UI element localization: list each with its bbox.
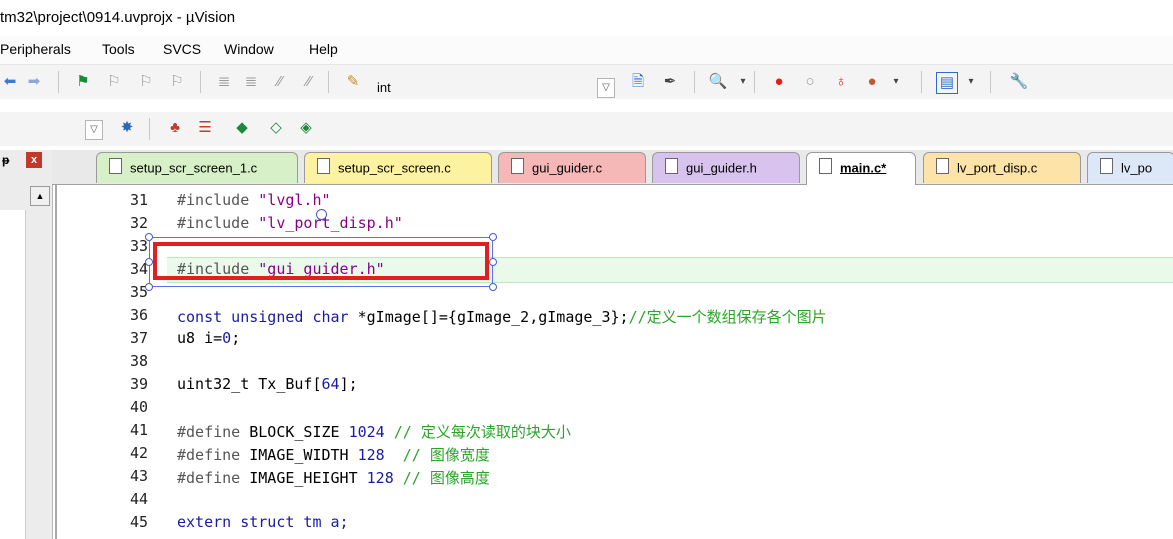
file-icon xyxy=(936,158,949,174)
selection-handle xyxy=(145,283,153,291)
target-dropdown-button[interactable]: ▽ xyxy=(597,78,615,98)
line-number: 41 xyxy=(129,421,148,439)
tab-label: gui_guider.h xyxy=(686,160,757,176)
file-icon xyxy=(665,158,678,174)
disabled-breakpoint-icon[interactable]: ○ xyxy=(800,72,820,92)
indent-icon[interactable]: ≣ xyxy=(214,72,234,92)
menu-window[interactable]: Window xyxy=(224,41,274,57)
target-icon[interactable]: ♣ xyxy=(165,118,185,138)
scroll-up-arrow[interactable]: ▲ xyxy=(30,186,50,206)
menu-svcs[interactable]: SVCS xyxy=(163,41,201,57)
code-line[interactable]: uint32_t Tx_Buf[64]; xyxy=(177,375,358,393)
pin-icon[interactable]: ᵽ xyxy=(2,153,9,167)
build-icon[interactable]: ☰ xyxy=(195,118,215,138)
bookmark-icon[interactable]: ⚑ xyxy=(73,72,93,92)
tab-lv-po[interactable]: lv_po xyxy=(1087,152,1173,183)
file-icon xyxy=(109,158,122,174)
clear-bookmarks-icon[interactable]: ⚐ xyxy=(167,72,187,92)
line-number: 36 xyxy=(129,306,148,324)
code-line[interactable]: u8 i=0; xyxy=(177,329,240,347)
batch-icon[interactable]: ◈ xyxy=(296,118,316,138)
tab-setup-scr-screen-c[interactable]: setup_scr_screen.c xyxy=(304,152,492,183)
selection-handle xyxy=(489,258,497,266)
find-in-files-icon[interactable]: ✎ xyxy=(343,72,363,92)
close-icon[interactable]: x xyxy=(26,152,42,168)
annotation-rotate-handle xyxy=(316,209,327,220)
uncomment-icon[interactable]: ⁄⁄ xyxy=(299,72,319,92)
menu-help[interactable]: Help xyxy=(309,41,338,57)
back-arrow-icon[interactable]: ⬅ xyxy=(0,72,20,92)
watch-icon[interactable]: ● xyxy=(862,72,882,92)
line-number: 33 xyxy=(129,237,148,255)
rebuild-icon[interactable]: ◇ xyxy=(266,118,286,138)
tab-label: lv_port_disp.c xyxy=(957,160,1038,176)
line-number: 44 xyxy=(129,490,148,508)
selection-handle xyxy=(489,283,497,291)
debug-icon[interactable]: 🔍 xyxy=(708,72,728,92)
tab-label: setup_scr_screen.c xyxy=(338,160,451,176)
line-number: 39 xyxy=(129,375,148,393)
line-number: 35 xyxy=(129,283,148,301)
tab-label: setup_scr_screen_1.c xyxy=(130,160,258,176)
line-number: 31 xyxy=(129,191,148,209)
unindent-icon[interactable]: ≣ xyxy=(241,72,261,92)
line-number: 43 xyxy=(129,467,148,485)
tab-main-c-[interactable]: main.c* xyxy=(806,152,916,185)
dropdown-button[interactable]: ▽ xyxy=(85,120,103,140)
tab-lv-port-disp-c[interactable]: lv_port_disp.c xyxy=(923,152,1081,183)
next-bookmark-icon[interactable]: ⚐ xyxy=(136,72,156,92)
wizard-icon[interactable]: ✸ xyxy=(117,118,137,138)
file-icon xyxy=(819,158,832,174)
tab-gui-guider-h[interactable]: gui_guider.h xyxy=(652,152,800,183)
line-number: 45 xyxy=(129,513,148,531)
title-bar: tm32\project\0914.uvprojx - µVision xyxy=(0,0,1173,36)
configure-icon[interactable]: ✒ xyxy=(660,72,680,92)
breakpoint-icon[interactable]: ● xyxy=(769,72,789,92)
window-layout-icon[interactable]: ▤ xyxy=(936,72,958,94)
menu-peripherals[interactable]: Peripherals xyxy=(0,41,71,57)
code-line[interactable]: #define IMAGE_WIDTH 128 // 图像宽度 xyxy=(177,444,490,465)
file-icon xyxy=(511,158,524,174)
tab-label: main.c* xyxy=(840,160,887,176)
line-number: 34 xyxy=(129,260,148,278)
annotation-red-box xyxy=(153,242,489,280)
comment-icon[interactable]: ⁄⁄ xyxy=(270,72,290,92)
toolbar-build: ▽ ✸ ♣ ☰ ◆ ◇ ◈ xyxy=(0,112,1173,146)
tools-icon[interactable]: 🔧 xyxy=(1009,72,1029,92)
code-line[interactable]: #include "lvgl.h" xyxy=(177,191,331,209)
chevron-down-icon[interactable]: ▾ xyxy=(886,72,906,92)
download-icon[interactable]: ◆ xyxy=(232,118,252,138)
code-line[interactable]: const unsigned char *gImage[]={gImage_2,… xyxy=(177,306,827,327)
code-line[interactable]: #define BLOCK_SIZE 1024 // 定义每次读取的块大小 xyxy=(177,421,571,442)
code-line[interactable]: extern struct tm a; xyxy=(177,513,349,531)
file-icon xyxy=(317,158,330,174)
prev-bookmark-icon[interactable]: ⚐ xyxy=(104,72,124,92)
selection-handle xyxy=(489,233,497,241)
line-number: 40 xyxy=(129,398,148,416)
selection-handle xyxy=(145,233,153,241)
forward-arrow-icon[interactable]: ➡ xyxy=(24,72,44,92)
window-title: tm32\project\0914.uvprojx - µVision xyxy=(0,9,236,26)
menu-bar: Peripherals Tools SVCS Window Help xyxy=(0,36,1173,65)
project-tree xyxy=(0,210,26,539)
tab-label: lv_po xyxy=(1121,160,1153,176)
line-number: 32 xyxy=(129,214,148,232)
chevron-down-icon[interactable]: ▾ xyxy=(961,72,981,92)
chevron-down-icon[interactable]: ▾ xyxy=(733,72,753,92)
file-icon xyxy=(1100,158,1113,174)
target-combo[interactable]: int xyxy=(377,80,391,95)
line-number: 42 xyxy=(129,444,148,462)
code-line[interactable]: #include "lv_port_disp.h" xyxy=(177,214,403,232)
line-number: 37 xyxy=(129,329,148,347)
line-number: 38 xyxy=(129,352,148,370)
menu-tools[interactable]: Tools xyxy=(102,41,135,57)
tab-setup-scr-screen-1-c[interactable]: setup_scr_screen_1.c xyxy=(96,152,298,183)
find-icon[interactable]: 🗎 xyxy=(628,72,648,92)
tab-label: gui_guider.c xyxy=(532,160,603,176)
selection-handle xyxy=(145,258,153,266)
kill-breakpoints-icon[interactable]: ♁ xyxy=(831,72,851,92)
toolbar-main: ⬅ ➡ ⚑ ⚐ ⚐ ⚐ ≣ ≣ ⁄⁄ ⁄⁄ ✎ int ▽ 🗎 ✒ 🔍 ▾ ● … xyxy=(0,65,1173,99)
code-line[interactable]: #define IMAGE_HEIGHT 128 // 图像高度 xyxy=(177,467,490,488)
tab-gui-guider-c[interactable]: gui_guider.c xyxy=(498,152,646,183)
